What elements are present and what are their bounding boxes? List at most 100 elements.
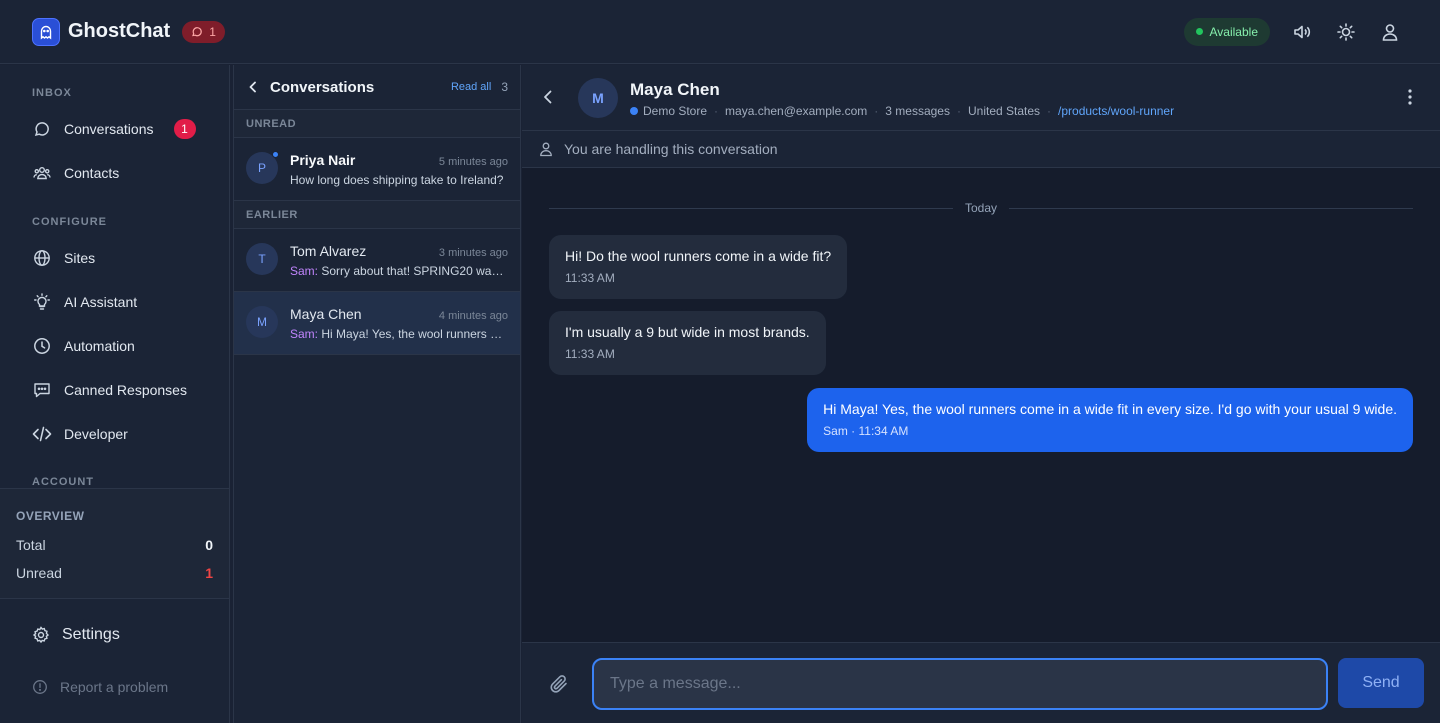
more-options-button[interactable] <box>1400 87 1420 107</box>
conversation-time: 5 minutes ago <box>438 156 508 168</box>
message-square-icon <box>32 380 52 400</box>
overview-unread-value: 1 <box>205 565 213 581</box>
collapse-list-button[interactable] <box>246 80 260 94</box>
conversation-list: Conversations Read all 3 UNREAD P Priya … <box>233 65 521 723</box>
preview-text: How long does shipping take to Ireland? <box>290 173 504 187</box>
contact-country: United States <box>967 104 1041 118</box>
handling-text: You are handling this conversation <box>564 141 778 157</box>
availability-toggle[interactable]: Available <box>1183 17 1270 46</box>
chat-bubble-icon <box>192 26 203 36</box>
message-time: 11:33 AM <box>565 271 615 285</box>
store-dot <box>630 107 638 115</box>
day-separator: Today <box>549 201 1413 215</box>
unread-chat-badge[interactable]: 1 <box>182 20 225 43</box>
sidebar-item-conversations[interactable]: Conversations 1 <box>32 113 212 145</box>
report-problem-link[interactable]: Report a problem <box>32 679 168 695</box>
lightbulb-icon <box>32 292 52 312</box>
message-input[interactable] <box>592 658 1328 710</box>
conversation-item-maya-chen[interactable]: M Maya Chen 4 minutes ago Sam: Hi Maya! … <box>234 292 520 355</box>
conversation-list-title: Conversations <box>270 78 375 96</box>
conversation-name: Tom Alvarez <box>290 243 367 259</box>
contact-message-count: 3 messages <box>885 104 950 118</box>
message-sender: Sam <box>823 424 848 438</box>
conversations-badge: 1 <box>173 119 196 139</box>
status-dot <box>1195 28 1203 35</box>
report-problem-label: Report a problem <box>60 679 169 695</box>
overview-unread-row: Unread 1 <box>16 565 213 581</box>
contact-current-page-link[interactable]: /products/wool-runner <box>1058 104 1174 118</box>
settings-label: Settings <box>62 626 120 643</box>
section-account: ACCOUNT <box>32 476 94 488</box>
contact-email: maya.chen@example.com <box>725 104 868 118</box>
chat-header: M Maya Chen Demo Store · maya.chen@examp… <box>522 65 1440 131</box>
clock-icon <box>32 336 52 356</box>
sidebar-item-label: Canned Responses <box>64 382 187 398</box>
unread-indicator <box>272 151 279 158</box>
sidebar-item-ai-assistant[interactable]: AI Assistant <box>32 286 212 318</box>
conversation-list-header: Conversations Read all 3 <box>234 65 520 110</box>
preview-sender: Sam: <box>290 264 319 278</box>
contact-name: Maya Chen <box>630 80 720 99</box>
avatar-initial: P <box>257 161 266 175</box>
read-all-button[interactable]: Read all <box>451 81 491 93</box>
message-text: Hi Maya! Yes, the wool runners come in a… <box>823 401 1397 417</box>
message-bubble-incoming: I'm usually a 9 but wide in most brands.… <box>549 311 826 375</box>
sun-icon <box>1337 22 1355 41</box>
conversation-item-tom-alvarez[interactable]: T Tom Alvarez 3 minutes ago Sam: Sorry a… <box>234 229 520 292</box>
avatar: P <box>246 151 279 184</box>
sound-toggle-button[interactable] <box>1284 14 1320 50</box>
sidebar-item-automation[interactable]: Automation <box>32 330 212 362</box>
app-name: GhostChat <box>68 20 171 42</box>
chat-bubble-icon <box>32 119 52 139</box>
sidebar-item-sites[interactable]: Sites <box>32 242 212 274</box>
sidebar-item-label: Conversations <box>64 121 154 137</box>
conversation-time: 4 minutes ago <box>438 310 508 322</box>
message-meta: Sam · 11:34 AM <box>823 424 909 438</box>
chat-panel: M Maya Chen Demo Store · maya.chen@examp… <box>522 65 1440 723</box>
settings-link[interactable]: Settings <box>32 626 120 644</box>
send-button[interactable]: Send <box>1338 658 1424 708</box>
conversation-preview: Sam: Sorry about that! SPRING20 was… <box>290 264 508 278</box>
back-button[interactable] <box>538 87 558 107</box>
contact-meta: Demo Store · maya.chen@example.com · 3 m… <box>630 104 1174 118</box>
avatar-initial: M <box>257 315 267 329</box>
conversation-preview: Sam: Hi Maya! Yes, the wool runners c… <box>290 327 508 341</box>
preview-text: Hi Maya! Yes, the wool runners c… <box>321 327 508 341</box>
message-composer: Send <box>522 642 1440 723</box>
avatar: T <box>246 243 278 275</box>
globe-icon <box>32 248 52 268</box>
theme-toggle-button[interactable] <box>1328 14 1364 50</box>
avatar-initial: T <box>258 252 266 266</box>
sidebar-item-contacts[interactable]: Contacts <box>32 157 212 189</box>
conversation-count: 3 <box>501 80 508 94</box>
gear-icon <box>32 626 50 644</box>
sidebar-item-label: Contacts <box>64 165 120 181</box>
sidebar-item-developer[interactable]: Developer <box>32 418 212 450</box>
message-time: 11:33 AM <box>565 347 615 361</box>
sidebar-item-label: Automation <box>64 338 135 354</box>
availability-status: Available <box>1209 24 1258 39</box>
conversation-name: Maya Chen <box>290 306 362 322</box>
day-label: Today <box>964 201 998 215</box>
profile-button[interactable] <box>1372 14 1408 50</box>
user-icon <box>1382 23 1398 41</box>
conversation-item-priya-nair[interactable]: P Priya Nair 5 minutes ago How long does… <box>234 138 520 201</box>
alert-circle-icon <box>33 680 47 694</box>
preview-text: Sorry about that! SPRING20 was… <box>321 264 508 278</box>
conversation-time: 3 minutes ago <box>438 247 508 259</box>
overview-total-row: Total 0 <box>16 537 213 553</box>
paperclip-icon <box>550 675 567 693</box>
section-inbox: INBOX <box>32 87 72 99</box>
message-thread: Today Hi! Do the wool runners come in a … <box>522 168 1440 642</box>
sidebar-item-label: AI Assistant <box>64 294 138 310</box>
sidebar: INBOX Conversations 1 Contacts CONFIGURE… <box>0 65 230 723</box>
speaker-icon <box>1294 25 1311 38</box>
sidebar-item-canned-responses[interactable]: Canned Responses <box>32 374 212 406</box>
chevron-left-icon <box>544 90 552 104</box>
attach-button[interactable] <box>548 673 570 695</box>
top-bar: GhostChat 1 Available <box>0 0 1440 64</box>
more-vertical-icon <box>1408 89 1412 105</box>
sidebar-item-label: Developer <box>64 426 128 442</box>
overview-total-label: Total <box>16 537 46 553</box>
message-bubble-incoming: Hi! Do the wool runners come in a wide f… <box>549 235 848 299</box>
